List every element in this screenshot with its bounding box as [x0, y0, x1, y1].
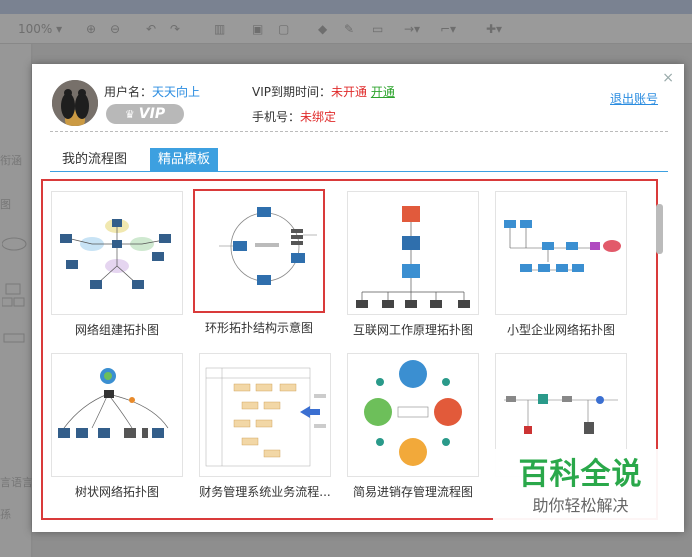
watermark-subtitle: 助你轻松解决 — [532, 496, 629, 515]
username-value: 天天向上 — [152, 85, 201, 99]
template-name: 小型企业网络拓扑图 — [506, 323, 615, 337]
watermark-title: 百科全说 — [518, 457, 643, 492]
undo-icon[interactable]: ↶ — [146, 20, 156, 38]
open-vip-link[interactable]: 开通 — [371, 85, 395, 99]
connector-icon[interactable]: →▾ — [404, 20, 420, 38]
phone-label: 手机号： — [252, 110, 301, 124]
shapes-sidebar: 衔涵 图 言语言 孫 — [0, 44, 33, 557]
template-name: 简易进销存管理流程图 — [352, 485, 473, 499]
template-thumbnail[interactable] — [347, 353, 479, 477]
template-thumbnail[interactable] — [347, 191, 479, 315]
to-front-icon[interactable]: ▣ — [252, 20, 263, 38]
template-name: 环形拓扑结构示意图 — [204, 321, 313, 335]
vip-badge: ♛ VIP — [106, 104, 184, 124]
template-thumbnail[interactable] — [51, 191, 183, 315]
insert-icon[interactable]: ✚▾ — [486, 20, 502, 38]
sidebar-label: 衔涵 — [0, 154, 22, 167]
template-card[interactable]: 互联网工作原理拓扑图 — [347, 191, 479, 338]
phone-value: 未绑定 — [300, 110, 337, 124]
zoom-in-icon[interactable]: ⊕ — [86, 20, 96, 38]
vip-expire-value: 未开通 — [331, 85, 368, 99]
phone-row: 手机号：未绑定 — [252, 108, 336, 125]
template-card[interactable]: 财务管理系统业务流程... — [199, 353, 331, 500]
template-thumbnail[interactable] — [51, 353, 183, 477]
template-card[interactable]: 树状网络拓扑图 — [51, 353, 183, 500]
avatar — [52, 80, 98, 126]
template-name: 互联网工作原理拓扑图 — [352, 323, 473, 337]
crown-icon: ♛ — [124, 108, 135, 121]
waypoint-icon[interactable]: ⌐▾ — [440, 20, 456, 38]
username-label: 用户名： — [104, 85, 153, 99]
redo-icon[interactable]: ↷ — [170, 20, 180, 38]
vip-expire-label: VIP到期时间： — [252, 85, 331, 99]
sidebar-label: 孫 — [0, 508, 11, 521]
username-row: 用户名：天天向上 — [104, 83, 200, 100]
app-top-bar — [0, 0, 692, 14]
zoom-select[interactable]: 100% ▾ — [18, 20, 62, 38]
template-name: 树状网络拓扑图 — [74, 485, 159, 499]
fill-color-icon[interactable]: ◆ — [318, 20, 327, 38]
template-card[interactable]: 环形拓扑结构示意图 — [193, 189, 325, 336]
to-back-icon[interactable]: ▢ — [278, 20, 289, 38]
template-name: 网络组建拓扑图 — [74, 323, 159, 337]
tab-premium-templates[interactable]: 精品模板 — [150, 148, 219, 172]
template-thumbnail[interactable] — [199, 353, 331, 477]
template-name: 财务管理系统业务流程... — [199, 485, 331, 499]
template-scrollbar[interactable] — [656, 204, 663, 254]
vip-badge-label: VIP — [138, 106, 166, 122]
close-icon[interactable]: × — [662, 70, 674, 86]
template-thumbnail-selected[interactable] — [193, 189, 325, 313]
template-card[interactable]: 简易进销存管理流程图 — [347, 353, 479, 500]
tab-my-flowcharts[interactable]: 我的流程图 — [54, 148, 135, 172]
sidebar-label: 言语言 — [0, 476, 33, 489]
dialog-tabs: 我的流程图 精品模板 — [50, 148, 668, 172]
sidebar-label: 图 — [0, 198, 11, 211]
shadow-icon[interactable]: ▭ — [372, 20, 383, 38]
sidebar-shapes-icon — [2, 237, 27, 343]
delete-icon[interactable]: ▥ — [214, 20, 225, 38]
editor-toolbar: 100% ▾ ⊕ ⊖ ↶ ↷ ▥ ▣ ▢ ◆ ✎ ▭ →▾ ⌐▾ ✚▾ — [0, 14, 692, 44]
template-thumbnail[interactable] — [495, 191, 627, 315]
zoom-out-icon[interactable]: ⊖ — [110, 20, 120, 38]
template-card[interactable]: 网络组建拓扑图 — [51, 191, 183, 338]
watermark-logo: 百科全说 助你轻松解决 — [493, 449, 668, 531]
logout-link[interactable]: 退出账号 — [610, 90, 658, 107]
vip-expire-row: VIP到期时间：未开通 开通 — [252, 83, 395, 100]
line-color-icon[interactable]: ✎ — [344, 20, 354, 38]
template-card[interactable]: 小型企业网络拓扑图 — [495, 191, 627, 338]
divider — [50, 131, 668, 132]
